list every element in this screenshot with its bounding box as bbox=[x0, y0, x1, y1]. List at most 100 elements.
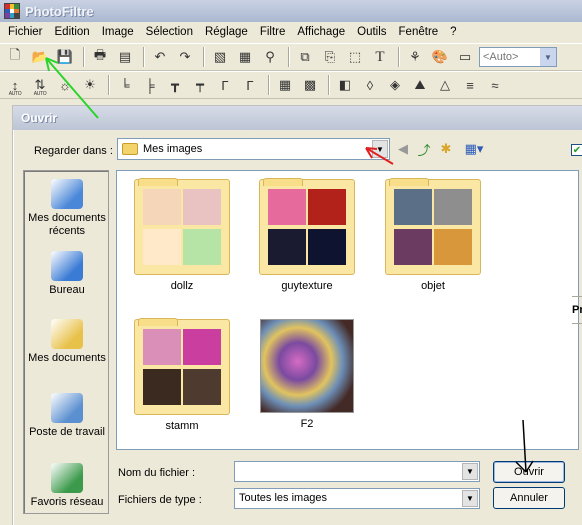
file-name-input[interactable]: ▼ bbox=[234, 461, 480, 482]
contrast-auto-icon[interactable]: ↕ AUTO bbox=[4, 74, 26, 98]
walk-icon[interactable]: ⚲ bbox=[259, 46, 281, 68]
menu-item[interactable]: Outils bbox=[351, 26, 392, 38]
place-network-places[interactable]: Favoris réseau bbox=[24, 463, 110, 509]
gamma-plus-icon[interactable]: Γ bbox=[239, 74, 261, 96]
menu-item[interactable]: Sélection bbox=[140, 26, 199, 38]
levels-auto-icon[interactable]: ⇅ AUTO bbox=[29, 74, 51, 97]
cancel-button[interactable]: Annuler bbox=[493, 487, 565, 509]
file-type-select[interactable]: Toutes les images ▼ bbox=[234, 488, 480, 509]
folder-thumbnail-icon bbox=[259, 178, 355, 275]
brightness-plus-icon[interactable]: ☀ bbox=[79, 74, 101, 96]
open-button[interactable]: Ouvrir bbox=[493, 461, 565, 483]
toolbar-separator bbox=[108, 75, 110, 95]
folder-item[interactable]: stamm bbox=[132, 318, 232, 432]
place-my-documents[interactable]: Mes documents bbox=[24, 319, 110, 365]
water-icon[interactable]: ◈ bbox=[384, 74, 406, 96]
new-folder-icon[interactable]: ✱ bbox=[436, 140, 456, 158]
save-icon[interactable]: 💾 bbox=[54, 46, 76, 68]
grid-icon[interactable]: ▦ bbox=[234, 46, 256, 68]
zoom-combo[interactable]: <Auto> ▼ bbox=[479, 47, 557, 67]
filter-icon[interactable]: ◧ bbox=[334, 74, 356, 96]
menu-item[interactable]: Fichier bbox=[2, 26, 49, 38]
place-my-computer[interactable]: Poste de travail bbox=[24, 393, 110, 439]
thumbnail-preview bbox=[183, 369, 221, 405]
selection-icon[interactable]: ⬚ bbox=[344, 46, 366, 68]
place-recent-documents[interactable]: Mes documents récents bbox=[24, 179, 110, 238]
drop-icon[interactable]: ◊ bbox=[359, 74, 381, 96]
thumbnail-preview bbox=[308, 229, 346, 265]
mosaic-icon[interactable]: ▦ bbox=[274, 74, 296, 96]
folder-tab bbox=[138, 178, 178, 186]
back-icon[interactable]: ◀ bbox=[393, 140, 413, 158]
folder-item[interactable]: dollz bbox=[132, 178, 232, 292]
item-label: guytexture bbox=[281, 280, 333, 292]
folder-item[interactable]: guytexture bbox=[257, 178, 357, 292]
chevron-down-icon[interactable]: ▼ bbox=[540, 48, 556, 66]
window-icon[interactable]: ▭ bbox=[454, 46, 476, 68]
chevron-down-icon[interactable]: ▼ bbox=[462, 490, 478, 507]
menu-item[interactable]: Filtre bbox=[254, 26, 292, 38]
folder-tab bbox=[389, 178, 429, 186]
file-list[interactable]: dollz guytexture objet stamm F2 bbox=[116, 170, 579, 450]
wave-icon[interactable]: ≈ bbox=[484, 74, 506, 96]
new-document-icon[interactable]: 🗋 bbox=[4, 46, 26, 68]
tree-icon[interactable]: ⚘ bbox=[404, 46, 426, 68]
folder-thumbnail-icon bbox=[134, 318, 230, 415]
redo-icon[interactable]: ↷ bbox=[174, 46, 196, 68]
folder-thumbnail-icon bbox=[385, 178, 481, 275]
text-icon[interactable]: T bbox=[369, 46, 391, 68]
file-type-value: Toutes les images bbox=[239, 492, 328, 504]
undo-icon[interactable]: ↶ bbox=[149, 46, 171, 68]
shift-minus-icon[interactable]: ┳ bbox=[164, 74, 186, 96]
menu-item[interactable]: Edition bbox=[49, 26, 96, 38]
chevron-down-icon[interactable]: ▼ bbox=[372, 140, 388, 158]
file-type-label: Fichiers de type : bbox=[118, 494, 202, 506]
thumbnail-preview bbox=[143, 229, 181, 265]
up-folder-icon[interactable]: ⤴ bbox=[414, 140, 434, 158]
item-label: dollz bbox=[170, 280, 194, 292]
place-label: Mes documents récents bbox=[28, 212, 106, 237]
open-folder-icon[interactable]: 📂 bbox=[29, 46, 51, 68]
recent-documents-icon bbox=[51, 179, 83, 209]
menu-item[interactable]: Réglage bbox=[199, 26, 254, 38]
thumbnail-preview bbox=[434, 229, 472, 265]
toolbar-separator bbox=[143, 47, 145, 67]
checkbox[interactable]: ✔ bbox=[571, 144, 582, 156]
fill-icon[interactable]: ▧ bbox=[209, 46, 231, 68]
menu-item[interactable]: Image bbox=[96, 26, 140, 38]
mountain-icon[interactable]: ⛰ bbox=[409, 74, 431, 96]
palette-icon[interactable]: 🎨 bbox=[429, 46, 451, 68]
copy-page-icon[interactable]: ⧉ bbox=[294, 46, 316, 68]
adjust-toolbar: ↕ AUTO ⇅ AUTO ☼ ☀ ╘ ╞ ┳ ┯ Γ Γ ▦ ▩ ◧ ◊ ◈ ⛰ … bbox=[0, 71, 582, 99]
logo-tile bbox=[14, 13, 19, 18]
paste-page-icon[interactable]: ⎘ bbox=[319, 46, 341, 68]
image-item[interactable]: F2 bbox=[257, 319, 357, 430]
folder-item[interactable]: objet bbox=[383, 178, 483, 292]
gamma-minus-icon[interactable]: Γ bbox=[214, 74, 236, 96]
toolbar-separator bbox=[398, 47, 400, 67]
lines-icon[interactable]: ≡ bbox=[459, 74, 481, 96]
print-icon[interactable]: 🖶 bbox=[89, 46, 111, 68]
preview-label-fragment: Pr bbox=[572, 304, 582, 316]
darken-plus-icon[interactable]: ╞ bbox=[139, 74, 161, 96]
shift-plus-icon[interactable]: ┯ bbox=[189, 74, 211, 96]
scan-icon[interactable]: ▤ bbox=[114, 46, 136, 68]
menu-item[interactable]: Affichage bbox=[291, 26, 351, 38]
place-desktop[interactable]: Bureau bbox=[24, 251, 110, 297]
look-in-combo[interactable]: Mes images ▼ bbox=[117, 138, 390, 160]
view-menu-icon[interactable]: ▦▾ bbox=[461, 140, 487, 158]
desktop-icon bbox=[51, 251, 83, 281]
brightness-minus-icon[interactable]: ☼ bbox=[54, 74, 76, 96]
app-title: PhotoFiltre bbox=[25, 3, 94, 19]
places-bar: Mes documents récents Bureau Mes documents… bbox=[23, 170, 109, 514]
chevron-down-icon[interactable]: ▼ bbox=[462, 463, 478, 480]
triangle-icon[interactable]: △ bbox=[434, 74, 456, 96]
menu-item[interactable]: Fenêtre bbox=[393, 26, 445, 38]
frame-icon[interactable]: ▩ bbox=[299, 74, 321, 96]
my-computer-icon bbox=[51, 393, 83, 423]
darken-minus-icon[interactable]: ╘ bbox=[114, 74, 136, 96]
auto-label: AUTO bbox=[8, 91, 22, 97]
thumbnail-preview bbox=[308, 189, 346, 225]
menu-bar: Fichier Edition Image Sélection Réglage Filtr… bbox=[0, 22, 582, 42]
menu-item[interactable]: ? bbox=[444, 26, 462, 38]
